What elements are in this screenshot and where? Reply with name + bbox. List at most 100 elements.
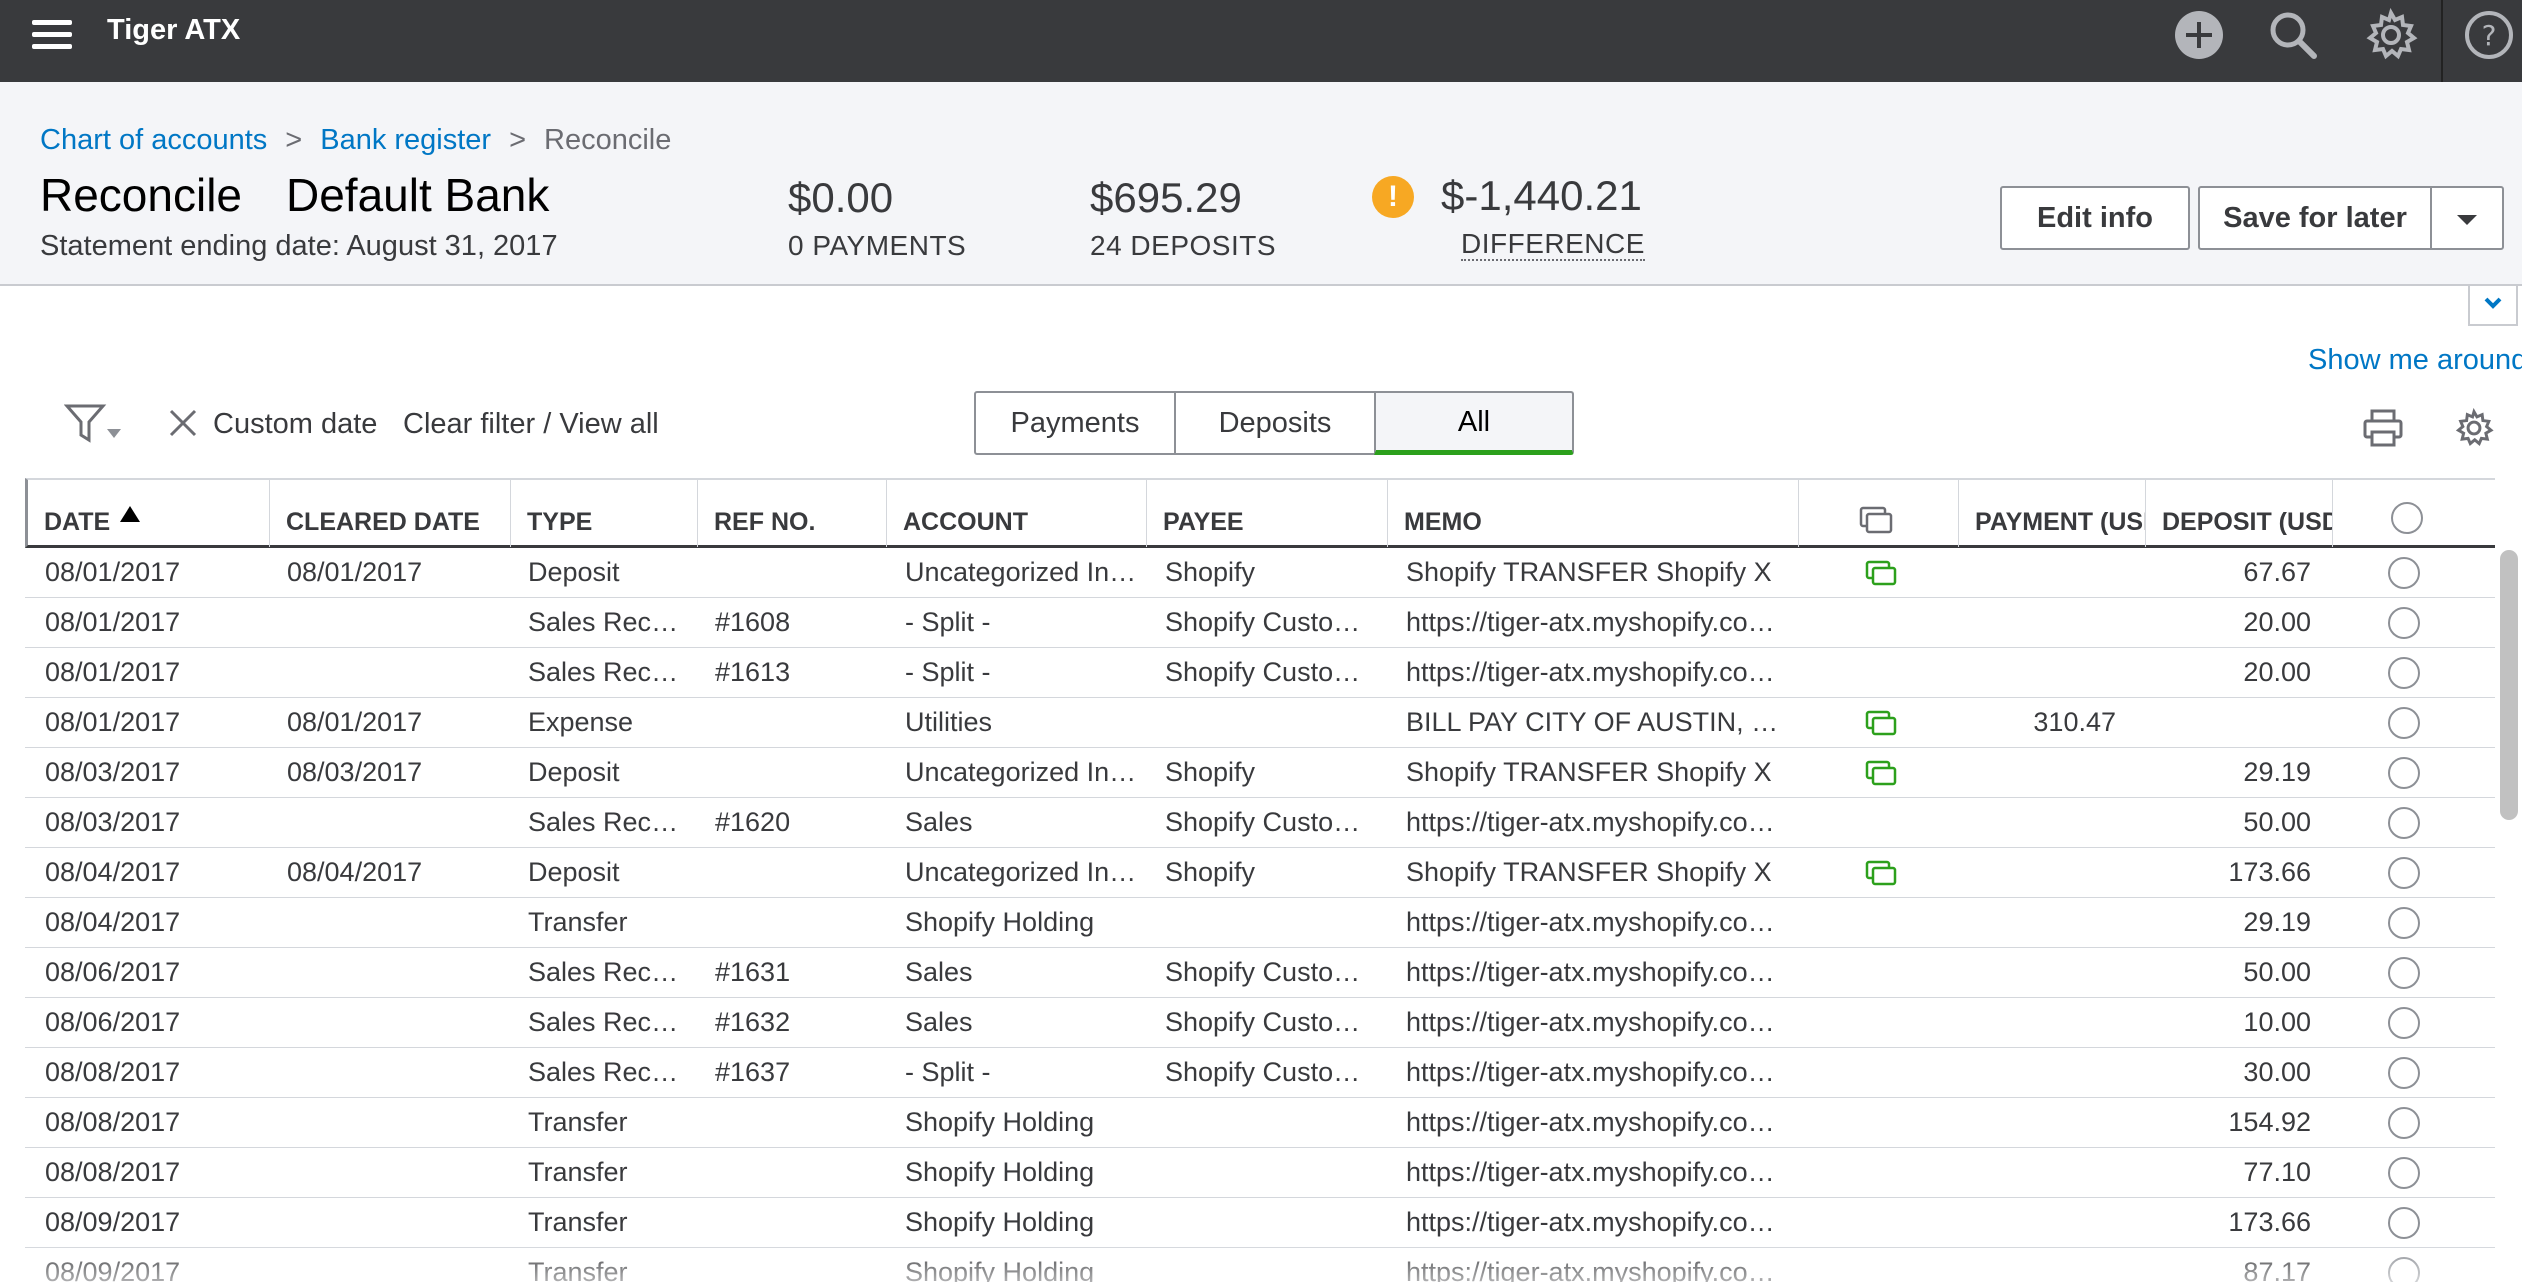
table-settings-gear-icon[interactable] (2454, 408, 2494, 448)
row-clear-radio[interactable] (2388, 1157, 2420, 1189)
column-header-deposit[interactable]: DEPOSIT (USD) (2146, 480, 2333, 547)
table-row[interactable]: 08/08/2017 Transfer Shopify Holding https:/… (25, 1098, 2495, 1148)
edit-info-button[interactable]: Edit info (2000, 186, 2190, 250)
collapse-header-button[interactable] (2468, 286, 2518, 326)
table-row[interactable]: 08/01/2017 08/01/2017 Expense Utilities BILL… (25, 698, 2495, 748)
cell-type: Transfer (528, 1207, 628, 1237)
breadcrumb-separator: > (509, 124, 527, 156)
column-header-account[interactable]: ACCOUNT (887, 480, 1147, 547)
row-clear-radio[interactable] (2388, 1007, 2420, 1039)
hamburger-menu-icon[interactable] (32, 20, 72, 50)
print-icon[interactable] (2362, 408, 2404, 448)
column-header-ref-no[interactable]: REF NO. (698, 480, 887, 547)
cell-payee: Shopify Customer (1165, 607, 1379, 637)
table-row[interactable]: 08/01/2017 08/01/2017 Deposit Uncategorized… (25, 548, 2495, 598)
table-row[interactable]: 08/08/2017 Transfer Shopify Holding https:/… (25, 1148, 2495, 1198)
table-row[interactable]: 08/09/2017 Transfer Shopify Holding https:/… (25, 1248, 2495, 1282)
cell-type: Deposit (528, 557, 620, 587)
table-row[interactable]: 08/03/2017 Sales Receipt #1620 Sales Shopify… (25, 798, 2495, 848)
row-clear-radio[interactable] (2388, 907, 2420, 939)
breadcrumb-separator: > (285, 124, 303, 156)
tab-all[interactable]: All (1374, 391, 1574, 455)
cell-type: Transfer (528, 1107, 628, 1137)
table-row[interactable]: 08/09/2017 Transfer Shopify Holding https:/… (25, 1198, 2495, 1248)
row-clear-radio[interactable] (2388, 807, 2420, 839)
table-row[interactable]: 08/01/2017 Sales Receipt #1608 - Split - Sho… (25, 598, 2495, 648)
cell-type: Sales Receipt (528, 1007, 688, 1037)
tab-payments[interactable]: Payments (974, 391, 1176, 455)
close-icon[interactable] (168, 408, 198, 438)
column-header-memo[interactable]: MEMO (1388, 480, 1799, 547)
row-clear-radio[interactable] (2388, 1107, 2420, 1139)
row-clear-radio[interactable] (2388, 957, 2420, 989)
filter-icon[interactable] (64, 402, 124, 446)
cell-type: Transfer (528, 1157, 628, 1187)
row-clear-radio[interactable] (2388, 557, 2420, 589)
row-clear-radio[interactable] (2388, 707, 2420, 739)
cell-account: Shopify Holding (905, 1107, 1095, 1137)
cell-date: 08/03/2017 (45, 807, 181, 837)
table-row[interactable]: 08/06/2017 Sales Receipt #1631 Sales Shopify… (25, 948, 2495, 998)
cell-ref (715, 1148, 880, 1197)
table-row[interactable]: 08/06/2017 Sales Receipt #1632 Sales Shopify… (25, 998, 2495, 1048)
cell-date: 08/06/2017 (45, 1007, 181, 1037)
table-row[interactable]: 08/04/2017 Transfer Shopify Holding https:/… (25, 898, 2495, 948)
row-clear-radio[interactable] (2388, 1057, 2420, 1089)
cell-date: 08/01/2017 (45, 557, 181, 587)
plus-circle-icon[interactable] (2172, 8, 2226, 62)
cell-type: Deposit (528, 857, 620, 887)
row-clear-radio[interactable] (2388, 607, 2420, 639)
row-clear-radio[interactable] (2388, 1257, 2420, 1282)
show-me-around-link[interactable]: Show me around (2308, 344, 2522, 377)
table-row[interactable]: 08/04/2017 08/04/2017 Deposit Uncategorized… (25, 848, 2495, 898)
cell-cleared (287, 1098, 507, 1147)
row-clear-radio[interactable] (2388, 857, 2420, 889)
save-for-later-button[interactable]: Save for later (2198, 186, 2432, 250)
help-icon[interactable]: ? (2462, 8, 2516, 62)
cell-date: 08/08/2017 (45, 1057, 181, 1087)
bank-match-icon[interactable] (1865, 760, 1897, 786)
column-header-cleared-date[interactable]: CLEARED DATE (270, 480, 511, 547)
column-header-date-label: DATE (44, 508, 111, 536)
cell-deposit: 67.67 (2243, 557, 2311, 587)
company-name: Tiger ATX (107, 14, 241, 46)
table-row[interactable]: 08/03/2017 08/03/2017 Deposit Uncategorized… (25, 748, 2495, 798)
cell-type: Transfer (528, 1257, 628, 1282)
reconcile-header: Chart of accounts > Bank register > Reconcil… (0, 82, 2522, 286)
bank-match-icon[interactable] (1865, 560, 1897, 586)
cell-payment (1956, 648, 2116, 697)
cell-memo: https://tiger-atx.myshopify.com/admin (1406, 807, 1788, 837)
save-options-dropdown[interactable] (2430, 186, 2504, 250)
bank-match-icon[interactable] (1865, 710, 1897, 736)
difference-label[interactable]: DIFFERENCE (1461, 228, 1645, 261)
table-scrollbar[interactable] (2500, 550, 2518, 820)
cell-deposit: 29.19 (2243, 907, 2311, 937)
select-all-radio[interactable] (2391, 502, 2423, 534)
cell-date: 08/09/2017 (45, 1257, 181, 1282)
breadcrumb-chart-of-accounts[interactable]: Chart of accounts (40, 124, 267, 156)
column-header-type[interactable]: TYPE (511, 480, 698, 547)
cell-memo: BILL PAY CITY OF AUSTIN, ONLINE (1406, 707, 1788, 737)
cell-cleared: 08/01/2017 (287, 557, 423, 587)
row-clear-radio[interactable] (2388, 757, 2420, 789)
cell-memo: https://tiger-atx.myshopify.com/admin (1406, 1257, 1788, 1282)
table-row[interactable]: 08/08/2017 Sales Receipt #1637 - Split - Sho… (25, 1048, 2495, 1098)
clear-filter-link[interactable]: Clear filter / View all (403, 408, 659, 441)
cell-cleared (287, 1148, 507, 1197)
column-header-date[interactable]: DATE (28, 480, 270, 547)
bank-match-icon[interactable] (1865, 860, 1897, 886)
payments-label: 0 PAYMENTS (788, 230, 967, 261)
column-header-payment[interactable]: PAYMENT (USD) (1959, 480, 2146, 547)
cell-payment: 310.47 (2033, 707, 2116, 737)
row-clear-radio[interactable] (2388, 1207, 2420, 1239)
table-row[interactable]: 08/01/2017 Sales Receipt #1613 - Split - Sho… (25, 648, 2495, 698)
tab-deposits[interactable]: Deposits (1174, 391, 1376, 455)
search-icon[interactable] (2266, 8, 2320, 62)
cell-memo: Shopify TRANSFER Shopify X (1406, 557, 1772, 587)
column-header-payee[interactable]: PAYEE (1147, 480, 1388, 547)
gear-icon[interactable] (2364, 8, 2418, 62)
cell-cleared: 08/04/2017 (287, 857, 423, 887)
row-clear-radio[interactable] (2388, 657, 2420, 689)
breadcrumb-bank-register[interactable]: Bank register (320, 124, 491, 156)
cell-payee: Shopify Customer (1165, 807, 1379, 837)
